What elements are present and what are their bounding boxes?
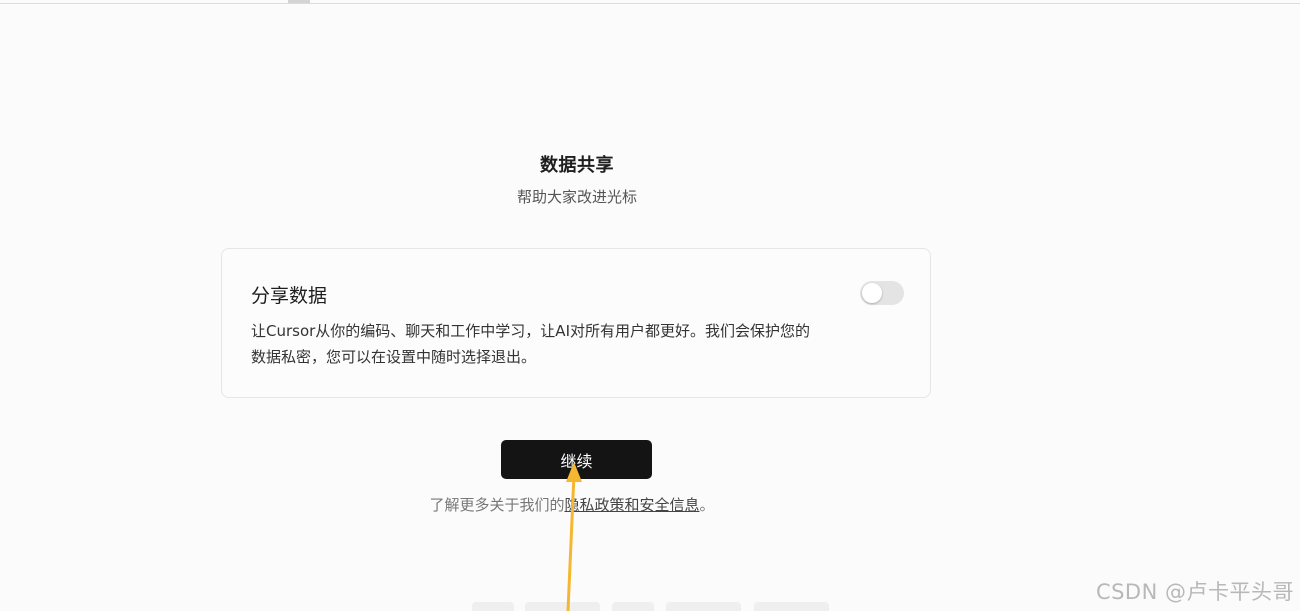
share-data-toggle[interactable] [860, 281, 904, 305]
card-description: 让Cursor从你的编码、聊天和工作中学习，让AI对所有用户都更好。我们会保护您… [251, 322, 810, 366]
step-indicator [472, 602, 514, 611]
privacy-policy-link[interactable]: 隐私政策和安全信息 [564, 496, 699, 514]
privacy-prefix: 了解更多关于我们的 [429, 496, 565, 514]
top-tab-marker [288, 0, 310, 3]
step-indicator [612, 602, 654, 611]
share-data-card: 分享数据 让Cursor从你的编码、聊天和工作中学习，让AI对所有用户都更好。我… [221, 248, 931, 398]
watermark: CSDN @卢卡平头哥 [1095, 580, 1294, 604]
card-title: 分享数据 [251, 285, 328, 307]
privacy-suffix: 。 [699, 496, 715, 514]
top-divider [0, 3, 1300, 4]
toggle-knob [862, 283, 882, 303]
step-indicator [754, 602, 829, 611]
data-sharing-page: 数据共享 帮助大家改进光标 分享数据 让Cursor从你的编码、聊天和工作中学习… [0, 0, 1300, 611]
step-indicator [525, 602, 600, 611]
step-indicator [666, 602, 741, 611]
continue-button[interactable]: 继续 [501, 440, 652, 479]
page-subtitle: 帮助大家改进光标 [516, 188, 637, 206]
page-title: 数据共享 [540, 155, 614, 176]
privacy-notice: 了解更多关于我们的隐私政策和安全信息。 [0, 494, 1144, 515]
